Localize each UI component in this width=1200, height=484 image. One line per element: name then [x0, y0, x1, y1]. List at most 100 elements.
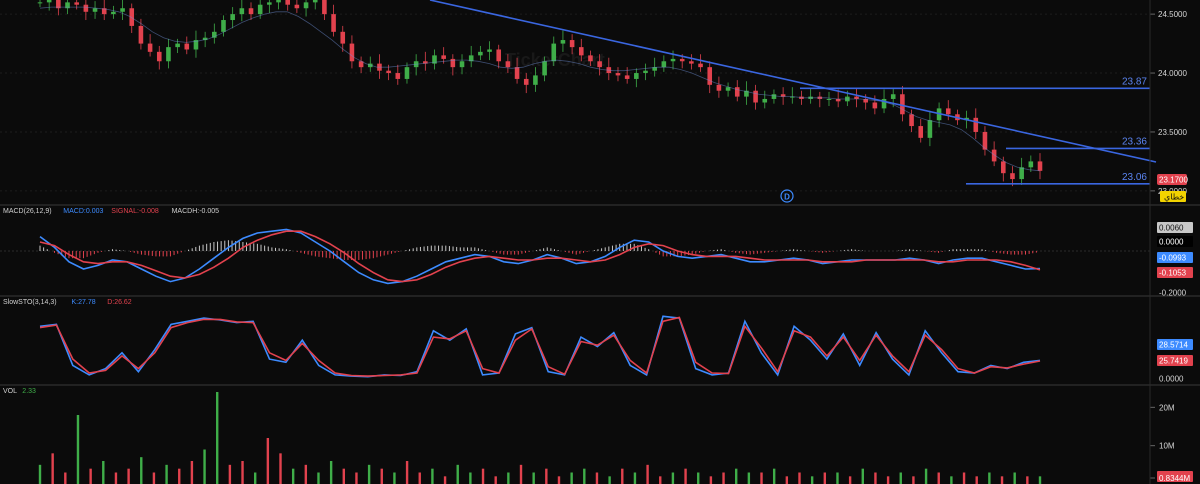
price-tick-label: 24.5000: [1158, 10, 1187, 19]
volume-bar: [38, 464, 42, 484]
volume-bar: [393, 472, 396, 484]
price-candle: [184, 36, 190, 55]
price-candle: [808, 88, 813, 104]
volume-bar: [772, 468, 776, 484]
volume-bar: [443, 476, 447, 484]
price-candle: [624, 67, 630, 84]
legend-item: VOL: [3, 388, 17, 395]
stochastic-tick-label: 25.7419: [1159, 357, 1188, 366]
price-candle: [37, 0, 43, 8]
volume-bar: [291, 468, 295, 484]
price-candle: [156, 45, 162, 70]
price-candle: [358, 56, 364, 74]
price-candle: [716, 76, 722, 98]
volume-bar: [152, 472, 156, 484]
price-candle: [423, 51, 428, 71]
legend-item: D:26.62: [107, 299, 132, 306]
price-candle: [936, 102, 942, 128]
volume-bar: [671, 472, 675, 484]
event-marker-label: D: [784, 193, 790, 202]
price-candle: [1019, 157, 1024, 185]
legend-item: 2.33: [22, 388, 36, 395]
price-candle: [276, 0, 281, 10]
price-candle: [698, 54, 703, 72]
volume-bar: [367, 464, 371, 484]
volume-bar: [253, 472, 257, 484]
language-badge-label: خطاي: [1164, 193, 1184, 202]
volume-bar: [431, 468, 434, 484]
volume-bar: [836, 472, 839, 484]
volume-bar: [532, 472, 535, 484]
price-candles: [37, 0, 1043, 187]
volume-bar: [507, 472, 510, 484]
macd-panel[interactable]: MACD(26,12,9) MACD:0.003 SIGNAL:-0.008 MACD…: [0, 208, 1193, 298]
volume-bar: [735, 468, 738, 484]
price-candle: [523, 73, 529, 94]
volume-bar: [405, 461, 409, 484]
volume-bar: [798, 472, 801, 484]
macd-legend: MACD(26,12,9) MACD:0.003 SIGNAL:-0.008 MACD…: [3, 208, 219, 215]
volume-bar: [241, 461, 244, 484]
price-tick-label: 24.0000: [1158, 69, 1187, 78]
price-candle: [147, 34, 153, 57]
price-candle: [487, 41, 492, 61]
price-candle: [973, 108, 979, 140]
price-candle: [1037, 153, 1043, 180]
macd-axis: 0.00600.0000-0.0993-0.1053-0.2000: [1157, 222, 1193, 298]
volume-bar: [886, 476, 890, 484]
price-axis: 24.500024.000023.500023.0000: [1150, 10, 1187, 196]
volume-bar: [646, 464, 649, 484]
language-badge[interactable]: خطاي: [1160, 191, 1186, 202]
price-candle: [982, 126, 988, 156]
price-candle: [945, 100, 951, 121]
volume-bar: [962, 472, 966, 484]
volume-bar: [64, 472, 67, 484]
volume-bar: [848, 476, 852, 484]
volume-bar: [709, 476, 713, 484]
volume-bar: [203, 449, 206, 484]
price-candle: [643, 63, 648, 81]
volume-bar: [342, 468, 345, 484]
stochastic-legend: SlowSTO(3,14,3) K:27.78 D:26.62: [3, 299, 132, 306]
volume-bar: [140, 457, 143, 484]
legend-item: MACDH:-0.005: [172, 208, 220, 215]
price-candle: [74, 0, 79, 10]
volume-bar: [823, 472, 827, 484]
price-candle: [322, 0, 327, 21]
price-candle: [349, 35, 355, 69]
volume-bar: [114, 472, 118, 484]
volume-bar: [659, 476, 662, 484]
price-candle: [248, 2, 254, 21]
volume-bar: [874, 472, 877, 484]
volume-bar: [583, 468, 586, 484]
chart-canvas[interactable]: TickerChart 23.8723.3623.06 24.500024.00…: [0, 0, 1200, 484]
volume-bar: [950, 476, 953, 484]
volume-bar: [51, 453, 54, 484]
volume-bar: [317, 472, 320, 484]
stochastic-panel[interactable]: SlowSTO(3,14,3) K:27.78 D:26.62 28.5714 25.…: [3, 299, 1193, 384]
last-price-value: 23.1700: [1159, 176, 1188, 185]
price-candle: [918, 118, 924, 143]
price-candle: [615, 67, 621, 82]
volume-bar: [785, 476, 789, 484]
last-price-badge: 23.1700: [1157, 174, 1188, 185]
volume-bar: [988, 472, 991, 484]
price-candle: [496, 44, 502, 69]
volume-panel[interactable]: VOL 2.33 20M 10M 0.8344M: [3, 388, 1193, 484]
price-candle: [734, 80, 740, 102]
volume-tick-label: 0.8344M: [1159, 474, 1190, 483]
stochastic-tick-label: 0.0000: [1159, 375, 1184, 384]
stochastic-d-line: [39, 316, 1041, 377]
volume-bars: [38, 392, 1042, 484]
volume-bar: [912, 476, 915, 484]
price-panel[interactable]: TickerChart 23.8723.3623.06 24.500024.00…: [0, 0, 1188, 203]
volume-bar: [810, 476, 814, 484]
trendline[interactable]: [429, 0, 1157, 163]
volume-bar: [304, 464, 308, 484]
macd-histogram: [39, 240, 1037, 260]
horizontal-line-label: 23.36: [1122, 136, 1147, 147]
legend-item: MACD(26,12,9): [3, 208, 52, 215]
volume-bar: [355, 472, 358, 484]
price-candle: [478, 45, 483, 61]
event-marker-D[interactable]: D: [780, 189, 794, 203]
